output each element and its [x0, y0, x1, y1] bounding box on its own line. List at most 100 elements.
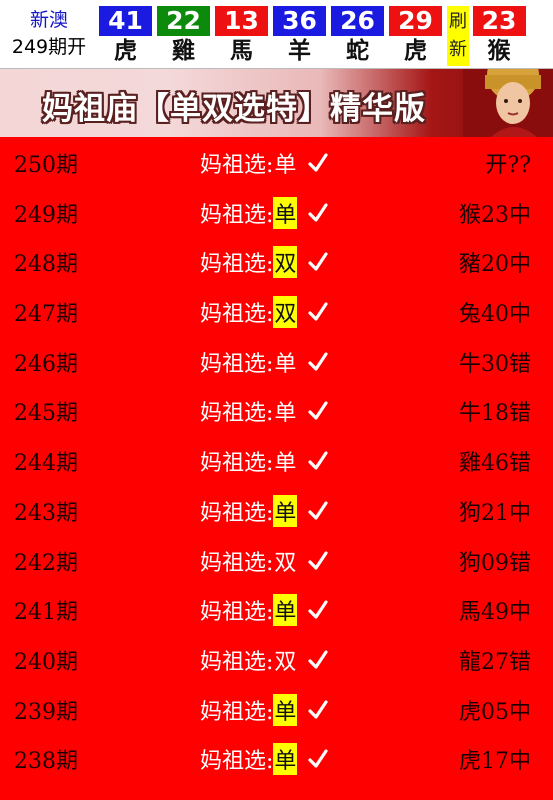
ball-list: 41 虎 22 雞 13 馬 36 羊 26 蛇 29 虎 刷 新 23 猴 — [98, 0, 553, 68]
result-label: 猴23中 — [459, 202, 531, 228]
pick-value: 单 — [274, 351, 297, 377]
pick-group: 妈祖选: 双 — [200, 246, 329, 279]
pick-group: 妈祖选: 双 — [200, 545, 329, 577]
checkmark-icon — [308, 451, 329, 470]
pick-value: 双 — [274, 550, 297, 576]
pick-label: 妈祖选: — [200, 401, 274, 427]
result-bar: 新澳 249期开 41 虎 22 雞 13 馬 36 羊 26 蛇 29 虎 刷 — [0, 0, 553, 69]
pick-value: 单 — [273, 743, 298, 776]
pick-group: 妈祖选: 单 — [200, 693, 329, 726]
result-label: 雞46错 — [459, 451, 531, 477]
banner: 妈祖庙【单双选特】精华版 — [0, 69, 553, 137]
period-label: 243期 — [14, 500, 78, 526]
ball-3: 13 馬 — [214, 0, 269, 68]
result-label: 虎17中 — [459, 749, 531, 775]
checkmark-icon — [308, 203, 329, 222]
result-label: 馬49中 — [459, 600, 531, 626]
pick-group: 妈祖选: 双 — [200, 296, 329, 329]
pick-label: 妈祖选: — [200, 649, 274, 675]
banner-title: 妈祖庙【单双选特】精华版 — [42, 91, 426, 127]
prediction-row: 239期 妈祖选: 单 虎05中 — [0, 684, 553, 734]
ball-number: 36 — [273, 6, 326, 36]
period-label: 249期 — [14, 202, 78, 228]
result-label: 豬20中 — [459, 252, 531, 278]
special-ball-number: 23 — [472, 6, 526, 36]
prediction-row: 242期 妈祖选: 双 狗09错 — [0, 535, 553, 585]
prediction-row: 248期 妈祖选: 双 豬20中 — [0, 236, 553, 286]
prediction-row: 244期 妈祖选: 单 雞46错 — [0, 435, 553, 485]
ball-number: 13 — [215, 6, 268, 36]
ball-zodiac: 蛇 — [346, 38, 369, 64]
pick-label: 妈祖选: — [200, 153, 274, 178]
result-label: 龍27错 — [459, 649, 531, 675]
checkmark-icon — [308, 550, 329, 570]
period-label: 242期 — [14, 550, 78, 576]
pick-group: 妈祖选: 单 — [200, 445, 329, 477]
period-label: 241期 — [14, 600, 78, 626]
issue-label: 249期开 — [11, 36, 87, 58]
checkmark-icon — [308, 600, 329, 619]
pick-value: 单 — [274, 153, 297, 178]
prediction-row: 250期 妈祖选: 单 开?? — [0, 137, 553, 187]
result-label: 牛18错 — [459, 401, 531, 427]
pick-label: 妈祖选: — [200, 351, 274, 377]
ball-zodiac: 虎 — [114, 38, 137, 64]
ball-number: 22 — [157, 6, 210, 36]
checkmark-icon — [308, 352, 329, 371]
pick-label: 妈祖选: — [200, 202, 274, 228]
ball-5: 26 蛇 — [330, 0, 385, 68]
ball-4: 36 羊 — [272, 0, 327, 68]
ball-zodiac: 雞 — [172, 38, 195, 64]
result-label: 开?? — [485, 153, 531, 178]
pick-group: 妈祖选: 单 — [200, 346, 329, 378]
ball-number: 29 — [389, 6, 442, 36]
ball-number: 41 — [99, 6, 152, 36]
checkmark-icon — [308, 401, 329, 421]
pick-group: 妈祖选: 单 — [200, 147, 329, 179]
refresh-label-top: 刷 — [449, 11, 467, 32]
pick-label: 妈祖选: — [200, 500, 274, 526]
ball-zodiac: 馬 — [230, 38, 253, 64]
ball-zodiac: 虎 — [404, 38, 427, 64]
pick-value: 单 — [273, 196, 298, 229]
pick-group: 妈祖选: 单 — [200, 594, 329, 627]
pick-value: 单 — [273, 594, 298, 627]
refresh-button[interactable]: 刷 新 — [447, 6, 469, 66]
special-ball-zodiac: 猴 — [487, 38, 511, 64]
prediction-row: 240期 妈祖选: 双 龍27错 — [0, 634, 553, 684]
ball-2: 22 雞 — [156, 0, 211, 68]
pick-value: 双 — [274, 649, 297, 675]
pick-value: 单 — [274, 401, 297, 427]
period-label: 239期 — [14, 699, 78, 725]
pick-value: 双 — [273, 246, 298, 279]
checkmark-icon — [308, 650, 329, 669]
prediction-row: 241期 妈祖选: 单 馬49中 — [0, 584, 553, 634]
pick-label: 妈祖选: — [200, 302, 274, 328]
pick-label: 妈祖选: — [200, 451, 274, 477]
pick-value: 单 — [273, 494, 298, 527]
prediction-row: 249期 妈祖选: 单 猴23中 — [0, 187, 553, 237]
prediction-row: 245期 妈祖选: 单 牛18错 — [0, 385, 553, 435]
prediction-row: 238期 妈祖选: 单 虎17中 — [0, 733, 553, 783]
prediction-row: 247期 妈祖选: 双 兔40中 — [0, 286, 553, 336]
pick-value: 单 — [273, 693, 298, 726]
checkmark-icon — [308, 302, 329, 321]
checkmark-icon — [308, 749, 329, 768]
period-label: 250期 — [14, 153, 78, 178]
special-ball: 23 猴 — [472, 0, 526, 68]
prediction-row: 243期 妈祖选: 单 狗21中 — [0, 485, 553, 535]
checkmark-icon — [308, 252, 329, 271]
checkmark-icon — [308, 153, 329, 172]
result-label: 牛30错 — [459, 351, 531, 377]
deity-portrait-image — [463, 69, 553, 137]
pick-label: 妈祖选: — [200, 252, 274, 278]
period-label: 247期 — [14, 302, 78, 328]
pick-value: 单 — [274, 451, 297, 477]
checkmark-icon — [308, 501, 329, 520]
refresh-label-bottom: 新 — [449, 39, 467, 60]
pick-label: 妈祖选: — [200, 600, 274, 626]
period-label: 246期 — [14, 351, 78, 377]
pick-value: 双 — [273, 296, 298, 329]
period-label: 248期 — [14, 252, 78, 278]
pick-group: 妈祖选: 单 — [200, 743, 329, 776]
